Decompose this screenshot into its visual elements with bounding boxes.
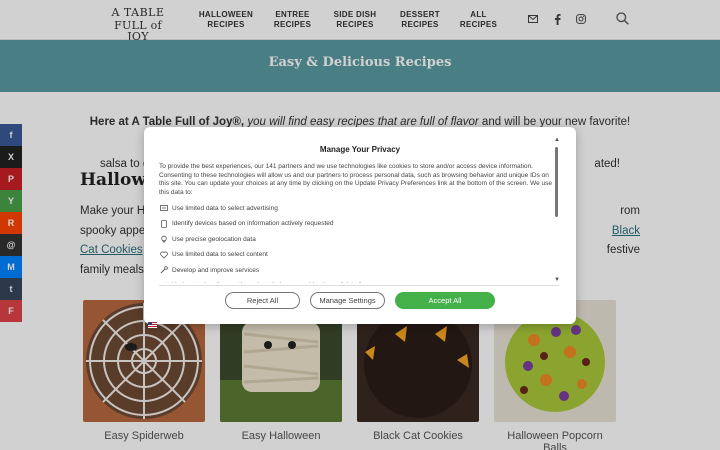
ad-icon [159, 204, 168, 213]
modal-body: To provide the best experiences, our 141… [159, 163, 554, 283]
purpose-label: Develop and improve services [172, 266, 260, 274]
location-icon [159, 235, 168, 244]
purpose-item: Use precise geolocation data [159, 235, 554, 244]
modal-description: To provide the best experiences, our 141… [159, 163, 552, 196]
content-icon [159, 250, 168, 259]
device-icon [159, 219, 168, 228]
purpose-item: Identify devices based on information ac… [159, 219, 554, 229]
us-flag-icon[interactable] [148, 315, 157, 328]
purpose-item: Use limited data to select advertising [159, 204, 554, 213]
share-icon [159, 281, 168, 283]
purpose-label: Understand audiences through statistics … [172, 282, 372, 283]
accept-all-button[interactable]: Accept All [395, 292, 495, 309]
modal-scrollbar-thumb[interactable] [555, 147, 558, 217]
purpose-label: Identify devices based on information ac… [172, 220, 334, 228]
tool-icon [159, 266, 168, 275]
purpose-item: Understand audiences through statistics … [159, 281, 554, 283]
scroll-up-arrow[interactable]: ▲ [554, 137, 560, 143]
manage-settings-button[interactable]: Manage Settings [310, 292, 385, 309]
modal-title: Manage Your Privacy [319, 145, 401, 154]
purpose-item: Use limited data to select content [159, 251, 554, 260]
reject-all-button[interactable]: Reject All [225, 292, 300, 309]
purpose-list: Use limited data to select advertising Id… [159, 204, 554, 283]
scroll-down-arrow[interactable]: ▼ [554, 277, 560, 283]
purpose-label: Use limited data to select advertising [172, 204, 278, 212]
purpose-label: Use precise geolocation data [172, 235, 256, 243]
purpose-label: Use limited data to select content [172, 251, 268, 259]
modal-divider [159, 285, 559, 286]
purpose-item: Develop and improve services [159, 266, 554, 275]
privacy-modal: Manage Your Privacy To provide the best … [144, 127, 576, 328]
